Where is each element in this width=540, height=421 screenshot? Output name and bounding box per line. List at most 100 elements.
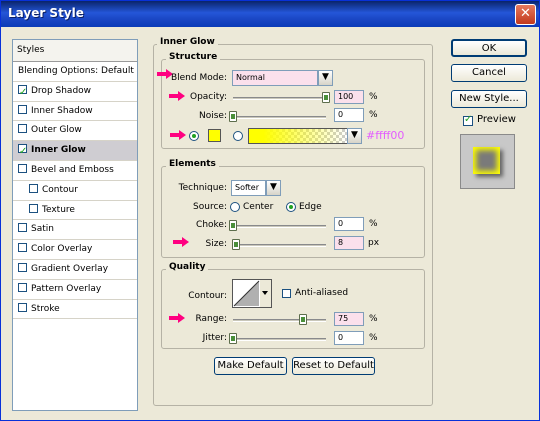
jitter-unit: % [369,333,378,343]
pink-arrow-icon [170,130,186,140]
styles-list-item[interactable]: Contour [13,181,137,201]
style-checkbox[interactable] [18,243,27,253]
opacity-label: Opacity: [190,92,227,102]
reset-to-default-button[interactable]: Reset to Default [292,357,375,375]
size-unit: px [368,238,380,248]
solid-color-radio[interactable] [189,131,199,141]
choke-slider-track[interactable] [233,225,326,228]
styles-list-item-label: Pattern Overlay [31,283,102,294]
chevron-down-icon: ▼ [270,182,277,192]
window-title: Layer Style [8,6,84,20]
styles-list-item-label: Inner Shadow [31,105,93,116]
jitter-slider-thumb[interactable] [229,333,237,344]
cancel-button[interactable]: Cancel [451,64,527,82]
styles-list-item[interactable]: Drop Shadow [13,82,137,103]
source-edge-label: Edge [299,202,322,212]
style-checkbox[interactable] [18,282,27,292]
style-checkbox[interactable] [18,262,27,272]
styles-list-item[interactable]: Stroke [13,300,137,320]
styles-list-item[interactable]: Bevel and Emboss [13,161,137,181]
preview-label: Preview [477,114,516,125]
jitter-slider-track[interactable] [233,338,326,341]
range-input[interactable]: 75 [334,312,364,326]
blend-mode-label: Blend Mode: [170,73,227,83]
styles-list-item[interactable]: Color Overlay [13,240,137,260]
styles-list-item[interactable]: Outer Glow [13,121,137,142]
styles-list-item-label: Satin [31,224,54,235]
styles-list-item-label: Drop Shadow [31,85,92,96]
choke-input[interactable]: 0 [334,217,364,231]
opacity-input[interactable]: 100 [334,90,364,104]
styles-list-item[interactable]: Satin [13,220,137,241]
new-style-button[interactable]: New Style... [451,90,527,108]
range-slider-thumb[interactable] [298,314,307,325]
styles-panel-header: Styles [13,40,137,62]
style-checkbox[interactable] [29,183,38,193]
jitter-label: Jitter: [202,333,227,343]
source-edge-radio[interactable] [286,202,296,212]
gradient-radio[interactable] [233,131,243,141]
style-checkbox[interactable] [29,203,38,213]
noise-label: Noise: [199,111,227,121]
technique-label: Technique: [178,183,227,193]
anti-aliased-checkbox[interactable] [282,289,291,298]
structure-title: Structure [166,52,221,62]
size-slider-track[interactable] [233,244,326,247]
glow-color-swatch[interactable] [208,129,221,142]
style-checkbox[interactable] [18,104,27,114]
style-checkbox[interactable] [18,163,27,173]
preview-checkbox[interactable] [463,114,473,126]
opacity-slider-thumb[interactable] [322,92,330,103]
technique-dropdown-button[interactable]: ▼ [266,180,281,196]
chevron-down-icon: ▼ [322,72,329,82]
styles-list-item[interactable]: Blending Options: Default [13,62,137,82]
technique-select[interactable]: Softer [231,180,266,196]
range-unit: % [369,314,378,324]
noise-unit: % [369,110,378,120]
gradient-dropdown-button[interactable]: ▼ [347,128,362,144]
opacity-slider-track[interactable] [233,97,326,100]
styles-list-item[interactable]: Pattern Overlay [13,280,137,300]
styles-list: Blending Options: Default Drop Shadow Inne… [13,62,137,320]
style-checkbox[interactable] [18,124,27,134]
size-slider-thumb[interactable] [231,239,240,250]
layer-style-dialog: Layer Style ✕ Styles Blending Options: D… [0,0,540,421]
size-input[interactable]: 8 [334,236,364,250]
styles-list-item-label: Inner Glow [31,145,86,156]
source-center-radio[interactable] [230,202,240,212]
ok-button[interactable]: OK [451,39,527,57]
preview-thumbnail [460,134,515,189]
opacity-unit: % [369,92,378,102]
preview-swatch [473,147,500,174]
contour-picker[interactable] [232,279,272,308]
size-label: Size: [205,239,227,249]
styles-list-item[interactable]: Texture [13,201,137,221]
anti-aliased-label: Anti-aliased [295,288,349,298]
styles-list-item-label: Texture [42,204,75,215]
choke-slider-thumb[interactable] [229,220,237,231]
styles-list-item[interactable]: Inner Glow [13,141,137,162]
inner-glow-title: Inner Glow [157,37,218,47]
styles-list-item-label: Contour [42,184,78,195]
blend-mode-select[interactable]: Normal [232,70,318,86]
styles-list-item[interactable]: Inner Shadow [13,102,137,122]
style-checkbox[interactable] [18,83,27,103]
styles-list-item[interactable]: Gradient Overlay [13,260,137,280]
title-bar[interactable]: Layer Style ✕ [1,1,539,27]
noise-input[interactable]: 0 [334,108,364,122]
noise-slider-thumb[interactable] [229,111,237,122]
choke-label: Choke: [196,220,227,230]
style-checkbox[interactable] [18,223,27,233]
glow-color-hex-label: #ffff00 [366,129,405,142]
close-button[interactable]: ✕ [515,4,536,25]
noise-slider-track[interactable] [233,116,326,119]
blend-mode-dropdown-button[interactable]: ▼ [318,70,333,86]
chevron-down-icon: ▼ [351,130,358,140]
range-slider-track[interactable] [233,319,326,322]
style-checkbox[interactable] [18,142,27,162]
gradient-swatch[interactable] [248,128,348,144]
style-checkbox[interactable] [18,302,27,312]
styles-list-item-label: Bevel and Emboss [31,164,114,175]
make-default-button[interactable]: Make Default [214,357,287,375]
jitter-input[interactable]: 0 [334,331,364,345]
